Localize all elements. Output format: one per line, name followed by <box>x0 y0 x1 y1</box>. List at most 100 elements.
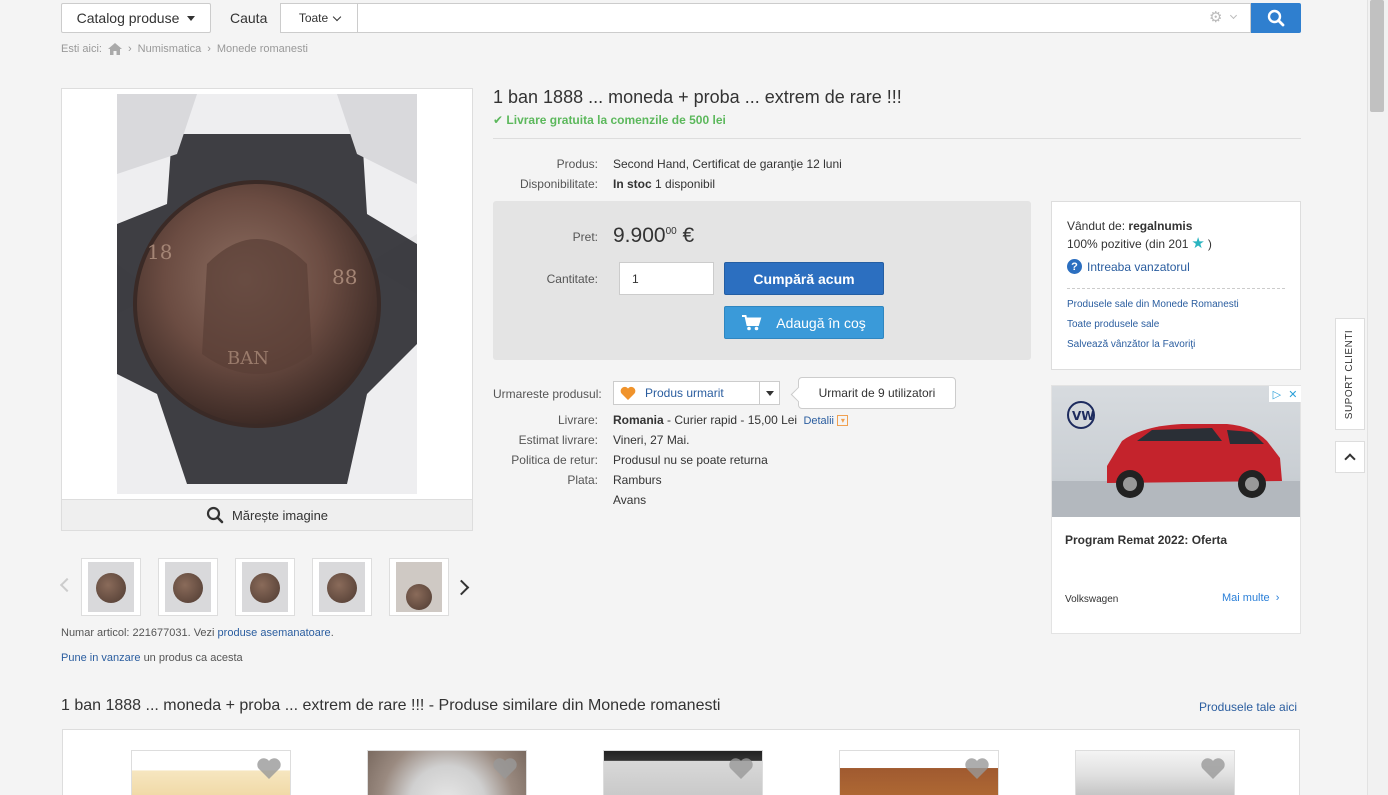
payment-method: Avans <box>613 493 647 507</box>
heart-icon[interactable] <box>728 757 754 781</box>
follow-select[interactable]: Produs urmarit <box>613 381 780 405</box>
sold-by-label: Vândut de: <box>1067 219 1126 233</box>
seller-line: Vândut de: regalnumis <box>1067 219 1192 233</box>
price-main: 9.900 <box>613 224 666 247</box>
delivery-estimate-value: Vineri, 27 Mai. <box>613 433 690 447</box>
search-icon <box>1267 9 1285 27</box>
star-icon: ★ <box>1191 235 1205 252</box>
catalog-label: Catalog produse <box>76 10 180 26</box>
product-condition-label: Produs: <box>556 157 598 171</box>
divider <box>493 138 1301 139</box>
ad-more-link[interactable]: Mai multe › <box>1222 592 1279 604</box>
add-to-cart-button[interactable]: Adaugă în coş <box>724 306 884 339</box>
thumbnail[interactable] <box>235 558 295 616</box>
similar-products-link[interactable]: produse asemanatoare <box>218 627 331 639</box>
breadcrumb-item-numismatica[interactable]: Numismatica <box>138 43 202 55</box>
svg-text:BAN: BAN <box>227 348 269 369</box>
seller-rating-text: 100% pozitive (din 201 <box>1067 237 1189 251</box>
heart-icon[interactable] <box>964 757 990 781</box>
home-icon[interactable] <box>107 43 122 55</box>
chevron-right-icon: › <box>1275 592 1280 604</box>
similar-product-card[interactable] <box>839 750 999 795</box>
ad-image[interactable]: VW <box>1052 386 1300 517</box>
scroll-to-top-button[interactable] <box>1335 441 1365 473</box>
shipping-label: Livrare: <box>557 413 598 427</box>
add-to-cart-label: Adaugă în coş <box>776 314 866 331</box>
price-label: Pret: <box>572 230 598 244</box>
heart-icon[interactable] <box>1200 757 1226 781</box>
breadcrumb-item-monede[interactable]: Monede romanesti <box>217 43 308 55</box>
seller-all-products-link[interactable]: Toate produsele sale <box>1067 319 1159 330</box>
heart-icon[interactable] <box>256 757 282 781</box>
scrollbar[interactable] <box>1367 0 1388 795</box>
svg-text:18: 18 <box>147 240 172 264</box>
heart-icon[interactable] <box>492 757 518 781</box>
ask-seller-label: Intreaba vanzatorul <box>1087 259 1190 274</box>
price-decimals: 00 <box>665 226 677 237</box>
shipping-method: - Curier rapid - 15,00 Lei <box>667 413 798 427</box>
quantity-label: Cantitate: <box>546 272 598 286</box>
follow-label: Urmareste produsul: <box>493 387 602 401</box>
caret-down-icon <box>187 15 196 21</box>
heart-icon <box>620 386 636 400</box>
shipping-details-link[interactable]: Detalii <box>803 415 834 427</box>
search-label: Cauta <box>230 10 268 26</box>
breadcrumb-separator: › <box>127 43 132 55</box>
thumbnail-prev-arrow[interactable] <box>59 577 75 593</box>
search-icon <box>206 506 224 524</box>
buy-now-button[interactable]: Cumpără acum <box>724 262 884 295</box>
your-products-link[interactable]: Produsele tale aici <box>1199 700 1297 714</box>
scrollbar-thumb[interactable] <box>1370 0 1384 112</box>
thumbnail[interactable] <box>158 558 218 616</box>
catalog-button[interactable]: Catalog produse <box>61 3 211 33</box>
price-currency: € <box>682 224 695 247</box>
chevron-up-icon <box>1344 453 1356 465</box>
gear-icon[interactable]: ⚙ <box>1209 10 1225 26</box>
return-policy-label: Politica de retur: <box>511 453 598 467</box>
chevron-down-icon[interactable]: ▾ <box>837 415 849 427</box>
car-illustration: VW <box>1052 401 1300 517</box>
similar-product-card[interactable] <box>1075 750 1235 795</box>
ad-choices-badge[interactable]: ▷ ✕ <box>1269 386 1301 402</box>
help-icon: ? <box>1067 259 1082 274</box>
thumbnail-next-arrow[interactable] <box>453 579 470 596</box>
category-select[interactable]: Toate <box>280 3 358 33</box>
search-input[interactable] <box>357 3 1251 33</box>
breadcrumb: Esti aici: › Numismatica › Monede romane… <box>61 43 308 55</box>
breadcrumb-separator: › <box>207 43 211 55</box>
thumbnail[interactable] <box>81 558 141 616</box>
similar-product-card[interactable] <box>603 750 763 795</box>
article-number-text: Numar articol: 221677031. Vezi <box>61 627 215 639</box>
availability-label: Disponibilitate: <box>519 177 598 191</box>
category-select-value: Toate <box>298 11 329 25</box>
cart-icon <box>742 314 762 330</box>
return-policy-value: Produsul nu se poate returna <box>613 453 768 467</box>
quantity-input[interactable]: 1 <box>619 262 714 295</box>
coin-photo-illustration: 18 88 BAN <box>117 94 417 494</box>
thumbnail[interactable] <box>389 558 449 616</box>
free-shipping-text: Livrare gratuita la comenzile de 500 lei <box>506 113 726 127</box>
similar-product-card[interactable] <box>367 750 527 795</box>
thumbnail[interactable] <box>312 558 372 616</box>
check-icon: ✔ <box>493 113 504 127</box>
product-photo[interactable]: 18 88 BAN <box>117 94 417 494</box>
customer-support-tab[interactable]: SUPORT CLIENTI <box>1335 318 1365 430</box>
similar-products-title: 1 ban 1888 ... moneda + proba ... extrem… <box>61 697 721 714</box>
seller-rating-close: ) <box>1207 237 1212 251</box>
ask-seller-link[interactable]: ? Intreaba vanzatorul <box>1067 259 1190 274</box>
sell-link[interactable]: Pune in vanzare <box>61 652 141 664</box>
seller-rating: 100% pozitive (din 201 ★ ) <box>1067 235 1212 252</box>
zoom-image-label: Mărește imagine <box>231 507 329 523</box>
sell-rest-text: un produs ca acesta <box>143 652 243 664</box>
seller-category-link[interactable]: Produsele sale din Monede Romanesti <box>1067 299 1239 310</box>
seller-name[interactable]: regalnumis <box>1128 219 1192 233</box>
close-icon[interactable]: ✕ <box>1288 388 1297 401</box>
similar-product-card[interactable] <box>131 750 291 795</box>
zoom-image-button[interactable]: Mărește imagine <box>61 499 473 531</box>
ad-more-label: Mai multe <box>1222 592 1270 604</box>
search-button[interactable] <box>1251 3 1301 33</box>
save-seller-favorites-link[interactable]: Salvează vânzător la Favoriţi <box>1067 339 1195 350</box>
breadcrumb-prefix: Esti aici: <box>61 43 102 55</box>
availability-bold: In stoc <box>613 177 652 191</box>
ad-title[interactable]: Program Remat 2022: Oferta <box>1065 533 1227 547</box>
